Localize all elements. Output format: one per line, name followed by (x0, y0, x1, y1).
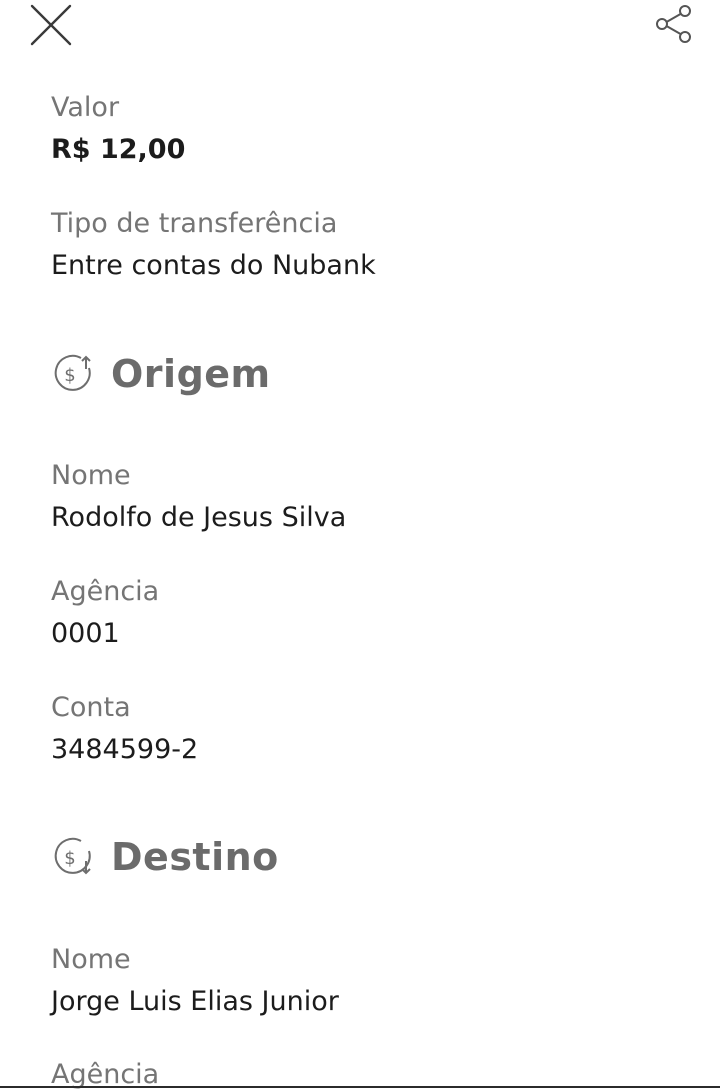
share-button[interactable] (646, 0, 702, 48)
origem-header: $ Origem (51, 352, 271, 396)
origem-agencia-value: 0001 (51, 618, 120, 649)
money-in-icon: $ (54, 837, 91, 875)
destino-title: Destino (111, 835, 279, 879)
destino-nome-value: Jorge Luis Elias Junior (51, 986, 339, 1017)
destino-nome-field: Nome Jorge Luis Elias Junior (51, 943, 339, 1019)
valor-value: R$ 12,00 (51, 134, 186, 165)
origem-conta-value: 3484599-2 (51, 734, 199, 765)
origem-nome-field: Nome Rodolfo de Jesus Silva (51, 459, 346, 535)
origem-agencia-field: Agência 0001 (51, 575, 159, 651)
tipo-label: Tipo de transferência (51, 208, 338, 239)
origem-nome-label: Nome (51, 460, 131, 491)
origem-agencia-label: Agência (51, 576, 160, 607)
destino-header: $ Destino (51, 835, 279, 879)
money-out-icon: $ (54, 354, 91, 391)
origem-conta-field: Conta 3484599-2 (51, 691, 198, 767)
destino-nome-label: Nome (51, 944, 131, 975)
close-button[interactable] (24, 0, 78, 50)
close-icon (30, 4, 72, 46)
top-bar (0, 0, 720, 60)
share-icon (656, 5, 691, 43)
origem-title: Origem (111, 352, 271, 396)
tipo-field: Tipo de transferência Entre contas do Nu… (51, 207, 376, 283)
svg-text:$: $ (64, 365, 75, 386)
origem-nome-value: Rodolfo de Jesus Silva (51, 502, 347, 533)
tipo-value: Entre contas do Nubank (51, 250, 376, 281)
valor-field: Valor R$ 12,00 (51, 91, 185, 167)
valor-label: Valor (51, 92, 120, 123)
svg-text:$: $ (64, 848, 75, 869)
origem-conta-label: Conta (51, 692, 131, 723)
